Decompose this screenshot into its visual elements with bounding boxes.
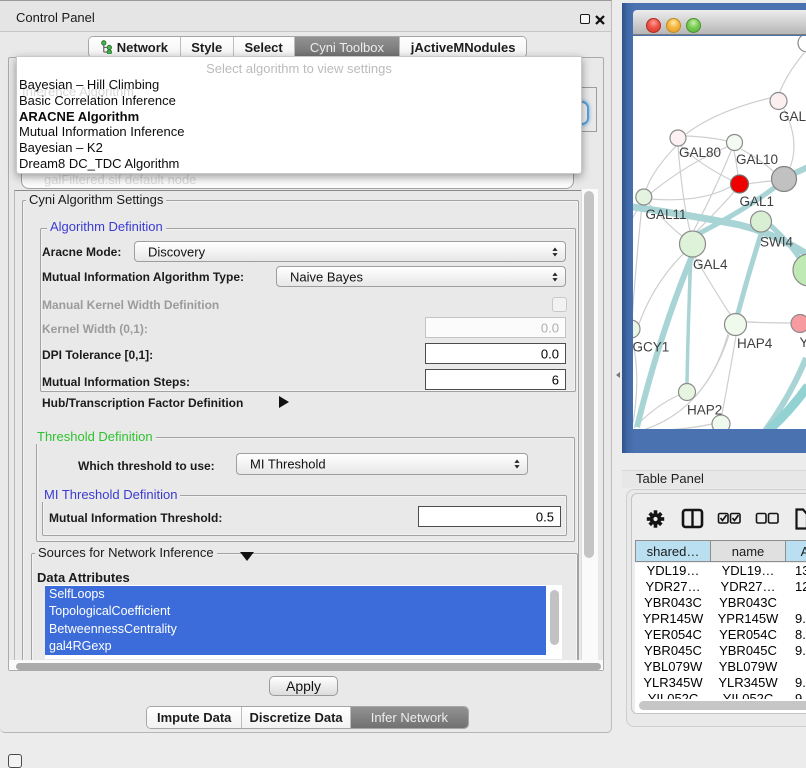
svg-text:HAP2: HAP2 <box>687 403 722 418</box>
svg-text:GAL11: GAL11 <box>646 207 687 222</box>
svg-text:GAL80: GAL80 <box>679 145 721 160</box>
svg-text:GCY1: GCY1 <box>633 340 669 355</box>
svg-text:Y: Y <box>800 335 806 350</box>
svg-text:GAL10: GAL10 <box>736 152 778 167</box>
svg-text:GAL7: GAL7 <box>779 109 806 124</box>
svg-text:HAP4: HAP4 <box>737 336 773 351</box>
svg-text:SWI4: SWI4 <box>760 235 793 250</box>
svg-text:GAL1: GAL1 <box>740 194 775 209</box>
svg-text:GAL4: GAL4 <box>693 257 728 272</box>
